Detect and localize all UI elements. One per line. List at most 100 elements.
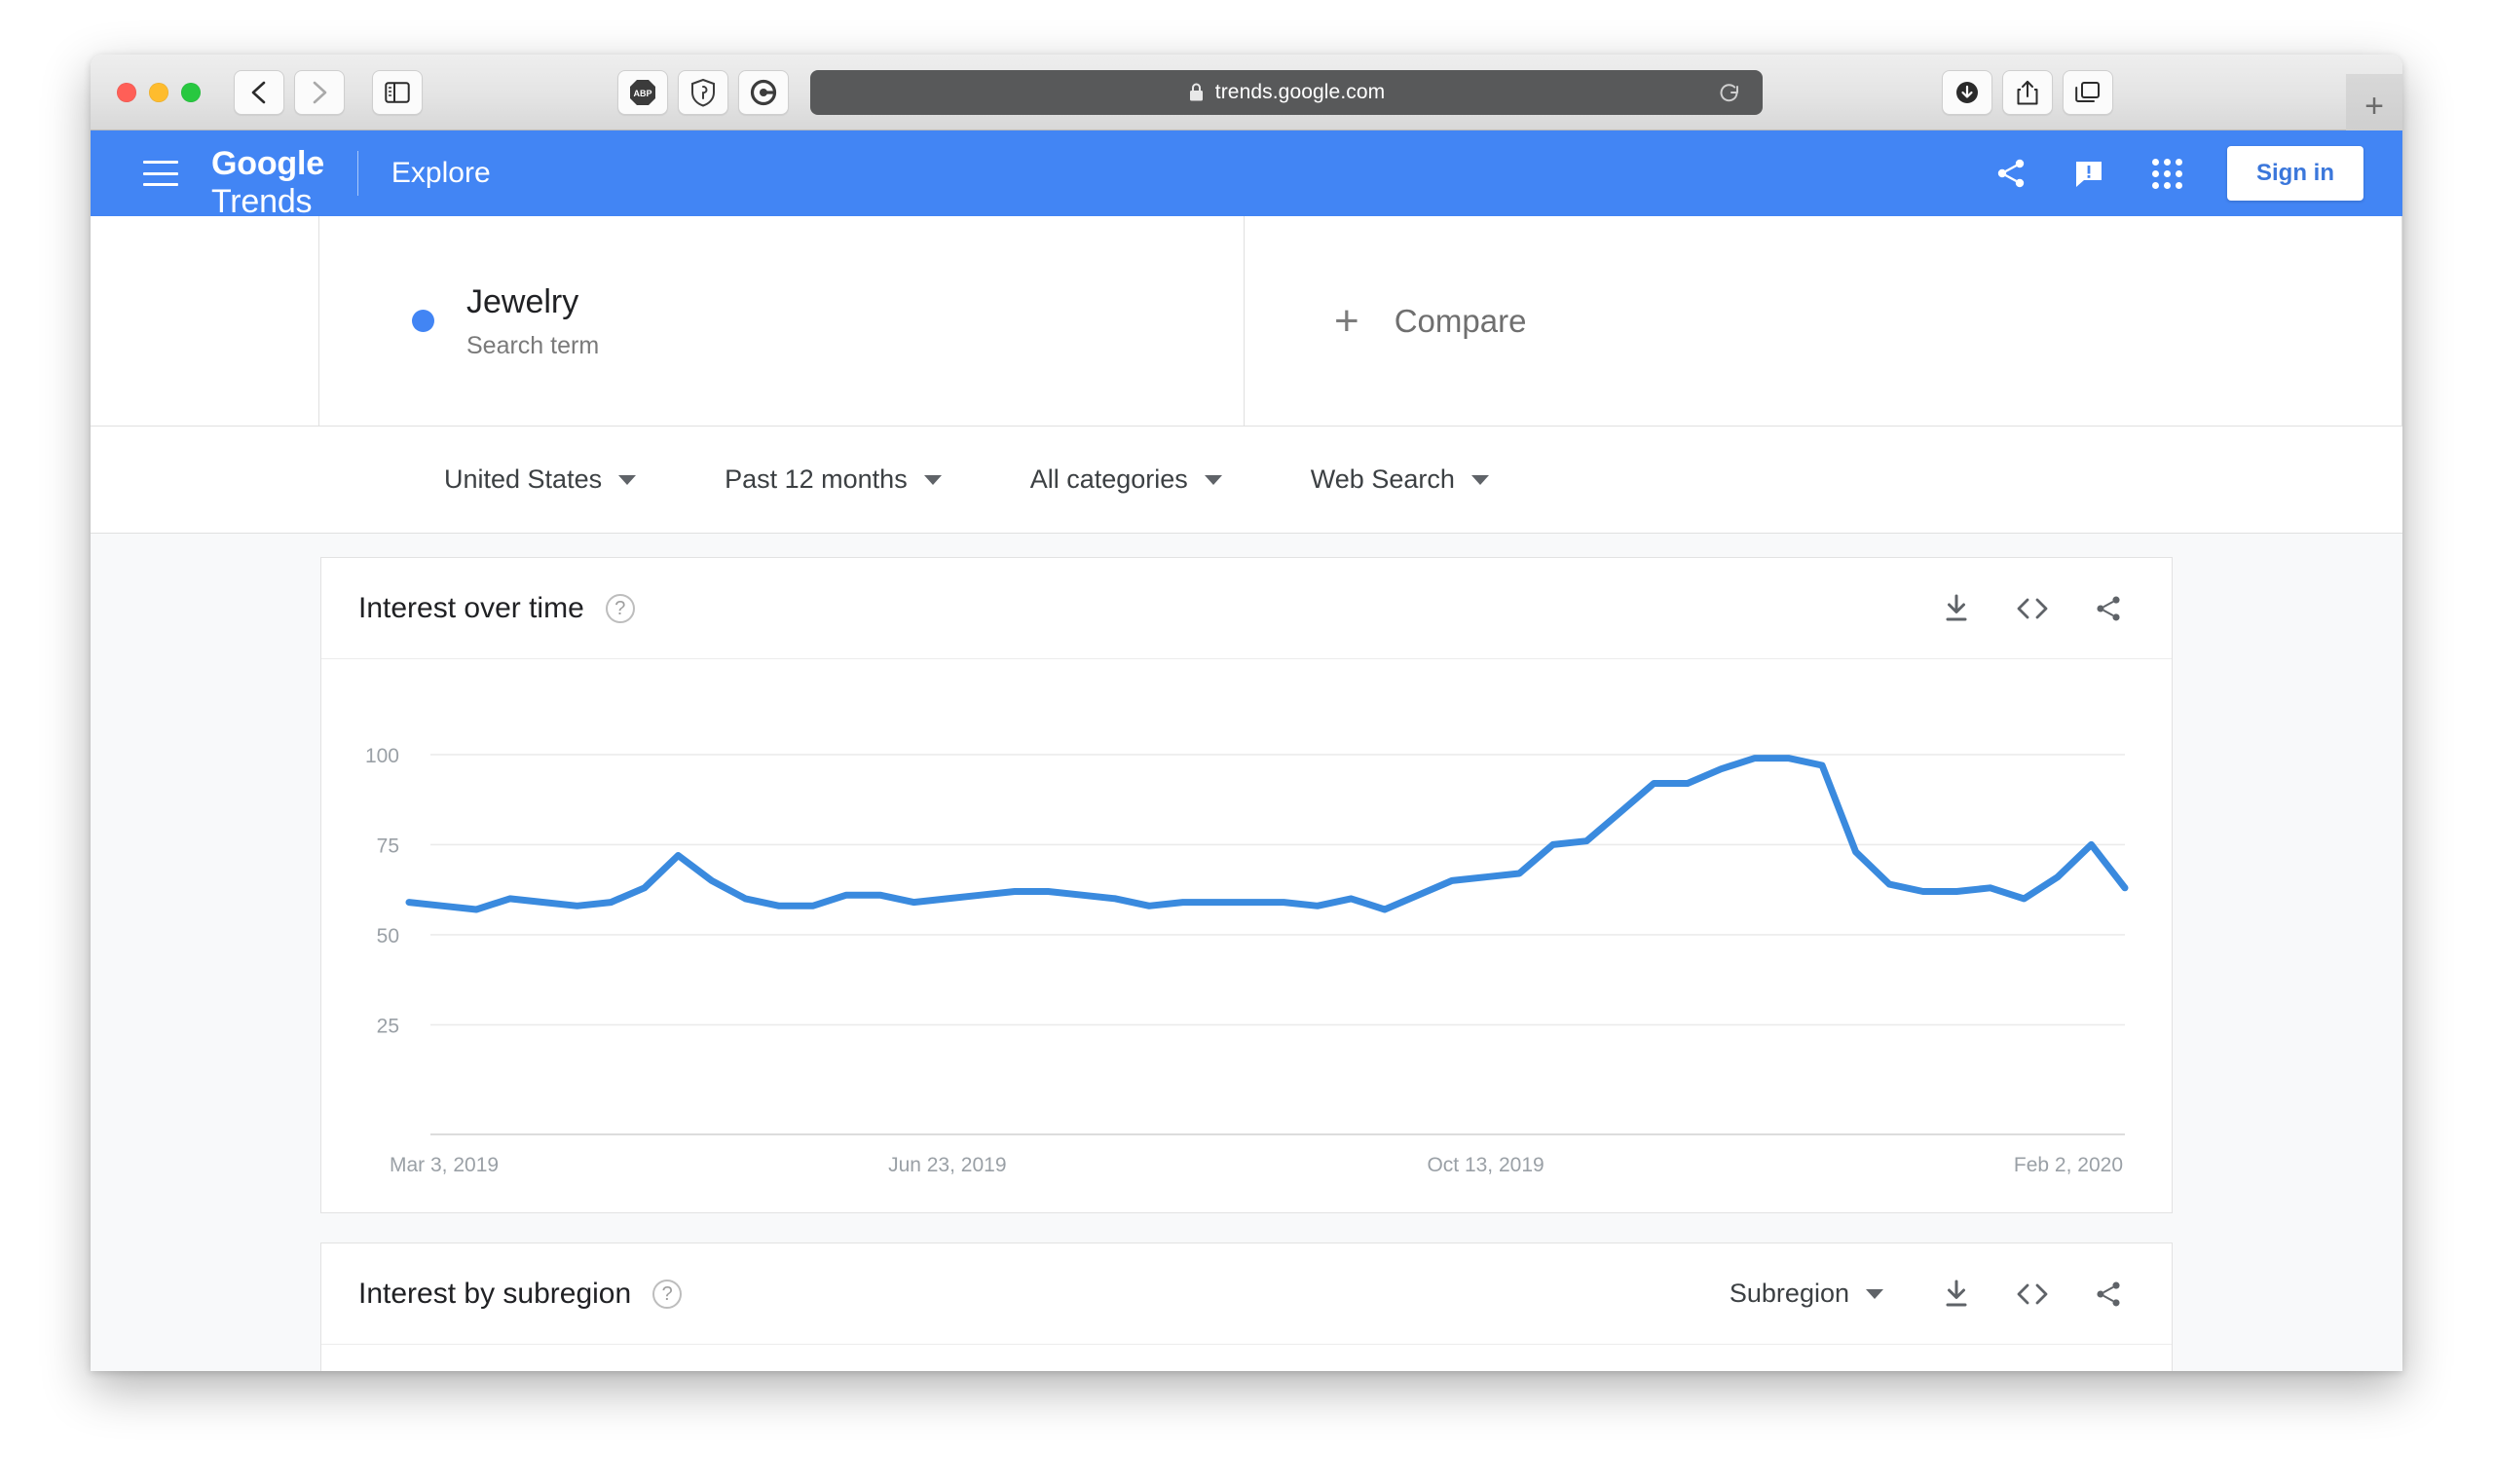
chevron-down-icon [618, 474, 637, 485]
interest-over-time-header: Interest over time ? [321, 558, 2172, 659]
apps-grid-icon [2151, 158, 2182, 189]
interest-over-time-actions [1940, 592, 2125, 625]
app-header: Google Trends Explore Sign in [91, 130, 2402, 220]
back-button[interactable] [234, 69, 284, 115]
chevron-down-icon [923, 474, 942, 485]
svg-text:100: 100 [365, 745, 399, 767]
logo-google-text: Google [211, 144, 324, 182]
download-csv-icon [1946, 594, 1967, 620]
svg-text:ABP: ABP [633, 89, 651, 98]
filter-category[interactable]: All categories [1030, 464, 1222, 495]
page-body: Jewelry Search term + Compare United Sta… [91, 216, 2402, 1371]
browser-toolbar: ABP trends.google.com + [91, 55, 2402, 130]
header-actions: Sign in [1972, 134, 2402, 212]
navigation-buttons [234, 69, 345, 115]
adblock-plus-extension-icon: ABP [628, 78, 657, 107]
filter-location-label: United States [444, 464, 603, 494]
interest-by-subregion-header: Interest by subregion ? Subregion [321, 1243, 2172, 1345]
interest-over-time-title: Interest over time [358, 591, 584, 624]
desktop-background: ABP trends.google.com + Google Trends Ex… [0, 0, 2493, 1484]
search-term-subtitle: Search term [466, 332, 600, 360]
window-controls [117, 82, 201, 102]
interest-over-time-chart[interactable]: 25 50 75 100 Mar 3, 2019 Jun 23, 2019 Oct 13, … [321, 659, 2172, 1214]
svg-text:25: 25 [377, 1015, 399, 1037]
address-bar[interactable]: trends.google.com [810, 69, 1763, 115]
term-left-gutter [91, 216, 319, 427]
address-bar-content: trends.google.com [1188, 81, 1385, 104]
maximize-window-button[interactable] [181, 82, 201, 102]
adblock-plus-extension-button[interactable]: ABP [617, 69, 668, 115]
share-chart-button[interactable] [2092, 1278, 2125, 1311]
filter-search-type[interactable]: Web Search [1311, 464, 1489, 495]
tab-overview-button-icon [2075, 81, 2100, 102]
share-chart-button[interactable] [2092, 592, 2125, 625]
sidebar-toggle-icon [385, 81, 410, 103]
forward-button[interactable] [294, 69, 345, 115]
shield-extension-icon [688, 78, 718, 107]
share-icon [1997, 159, 2025, 188]
browser-extensions: ABP [617, 69, 789, 115]
svg-text:Mar 3, 2019: Mar 3, 2019 [390, 1154, 499, 1176]
search-term-info: Jewelry Search term [466, 281, 599, 361]
share-button-icon [2017, 80, 2038, 104]
header-feedback-button[interactable] [2050, 134, 2128, 212]
svg-text:Jun 23, 2019: Jun 23, 2019 [888, 1154, 1006, 1176]
minimize-window-button[interactable] [149, 82, 168, 102]
content-area: Interest over time ? 25 50 75 100 Mar 3,… [91, 534, 2402, 1371]
downloads-button-icon [1956, 81, 1978, 103]
feedback-icon [2076, 162, 2102, 187]
svg-text:75: 75 [377, 835, 399, 857]
browser-window: ABP trends.google.com + Google Trends Ex… [91, 55, 2402, 1371]
share-button[interactable] [2002, 69, 2053, 115]
sidebar-toggle-button[interactable] [372, 69, 423, 115]
filter-time-range[interactable]: Past 12 months [725, 464, 942, 495]
compare-label: Compare [1394, 302, 1527, 339]
chevron-down-icon [1204, 474, 1222, 485]
lock-icon [1189, 83, 1203, 101]
reload-icon[interactable] [1718, 81, 1741, 104]
interest-by-subregion-card: Interest by subregion ? Subregion [320, 1243, 2173, 1371]
help-icon[interactable]: ? [605, 593, 635, 623]
header-divider [356, 151, 358, 196]
close-window-button[interactable] [117, 82, 136, 102]
interest-by-subregion-actions: Subregion [1730, 1278, 2125, 1311]
filter-row: United States Past 12 months All categor… [91, 427, 2402, 534]
chevron-down-icon [1470, 474, 1489, 485]
help-icon[interactable]: ? [652, 1279, 683, 1309]
downloads-button[interactable] [1942, 69, 1992, 115]
compare-button[interactable]: + Compare [1245, 216, 2402, 426]
tab-overview-button[interactable] [2063, 69, 2113, 115]
interest-by-subregion-title: Interest by subregion [358, 1277, 632, 1310]
svg-text:Feb 2, 2020: Feb 2, 2020 [2014, 1154, 2123, 1176]
filter-location[interactable]: United States [444, 464, 637, 495]
hamburger-menu-icon[interactable] [143, 161, 178, 186]
grammarly-extension-button[interactable] [738, 69, 789, 115]
download-csv-button[interactable] [1940, 1278, 1973, 1311]
series-color-dot [412, 310, 434, 332]
share-chart-icon [2097, 1281, 2120, 1306]
embed-code-icon [2017, 1283, 2048, 1304]
sign-in-button[interactable]: Sign in [2227, 146, 2363, 201]
shield-extension-button[interactable] [678, 69, 728, 115]
share-chart-icon [2097, 596, 2120, 620]
forward-chevron-icon [313, 81, 327, 103]
svg-text:Oct 13, 2019: Oct 13, 2019 [1427, 1154, 1544, 1176]
search-term-row: Jewelry Search term + Compare [91, 216, 2402, 427]
subregion-dropdown[interactable]: Subregion [1730, 1279, 1883, 1309]
embed-code-icon [2017, 598, 2048, 618]
embed-code-button[interactable] [2016, 592, 2049, 625]
filter-search-type-label: Web Search [1310, 464, 1455, 494]
svg-text:50: 50 [377, 925, 399, 947]
nav-explore[interactable]: Explore [391, 157, 491, 190]
subregion-dropdown-label: Subregion [1729, 1279, 1849, 1308]
download-csv-icon [1946, 1280, 1967, 1306]
header-share-button[interactable] [1972, 134, 2050, 212]
new-tab-button[interactable]: + [2346, 74, 2402, 130]
filter-time-range-label: Past 12 months [725, 464, 908, 494]
trend-line-chart: 25 50 75 100 Mar 3, 2019 Jun 23, 2019 Oct 13, … [365, 745, 2129, 1176]
embed-code-button[interactable] [2016, 1278, 2049, 1311]
chevron-down-icon [1866, 1288, 1883, 1299]
header-apps-button[interactable] [2128, 134, 2206, 212]
google-trends-logo[interactable]: Google Trends [211, 144, 324, 220]
download-csv-button[interactable] [1940, 592, 1973, 625]
